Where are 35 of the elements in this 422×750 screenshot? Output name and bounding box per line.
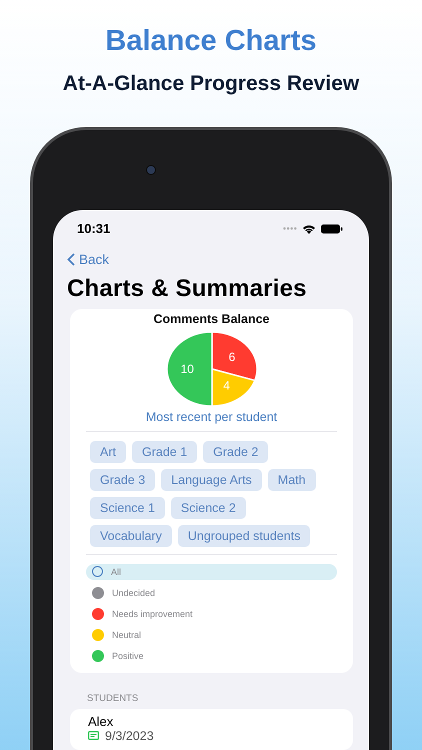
- group-chip[interactable]: Math: [268, 468, 316, 491]
- slice-label: 10: [180, 362, 194, 376]
- group-chip[interactable]: Grade 2: [203, 440, 268, 463]
- slice-label: 4: [222, 378, 230, 392]
- battery-icon: [321, 224, 343, 234]
- radio-icon: [92, 566, 103, 578]
- signal-icon: [283, 227, 297, 230]
- chart-caption: Most recent per student: [144, 410, 278, 424]
- promo-subtitle: At-A-Glance Progress Review: [62, 72, 360, 95]
- chevron-left-icon: [67, 252, 75, 266]
- group-chip[interactable]: Science 2: [170, 496, 246, 519]
- group-chip[interactable]: Language Arts: [161, 468, 262, 491]
- group-chip[interactable]: Vocabulary: [90, 524, 172, 547]
- section-header: STUDENTS: [87, 692, 140, 704]
- group-chip[interactable]: Science 1: [90, 496, 165, 519]
- filter-option[interactable]: Positive: [86, 648, 337, 664]
- group-chip[interactable]: Grade 3: [90, 468, 156, 491]
- group-chip[interactable]: Grade 1: [132, 440, 198, 463]
- wifi-icon: [302, 224, 316, 234]
- note-icon: [88, 731, 99, 740]
- filter-option[interactable]: All: [86, 564, 337, 580]
- back-button[interactable]: Back: [67, 252, 110, 267]
- slice-label: 6: [228, 350, 235, 364]
- status-time: 10:31: [77, 221, 110, 236]
- group-chip[interactable]: Art: [90, 440, 126, 463]
- group-chip[interactable]: Ungrouped students: [178, 524, 310, 547]
- chart-title: Comments Balance: [152, 312, 270, 326]
- promo-title: Balance Charts: [105, 26, 317, 58]
- filter-option[interactable]: Neutral: [86, 626, 337, 643]
- filter-option[interactable]: Undecided: [86, 584, 337, 601]
- student-name: Alex: [88, 714, 114, 729]
- page-title: Charts & Summaries: [67, 274, 308, 303]
- student-date: 9/3/2023: [105, 728, 154, 743]
- filter-option[interactable]: Needs improvement: [86, 606, 337, 622]
- camera-icon: [146, 164, 156, 175]
